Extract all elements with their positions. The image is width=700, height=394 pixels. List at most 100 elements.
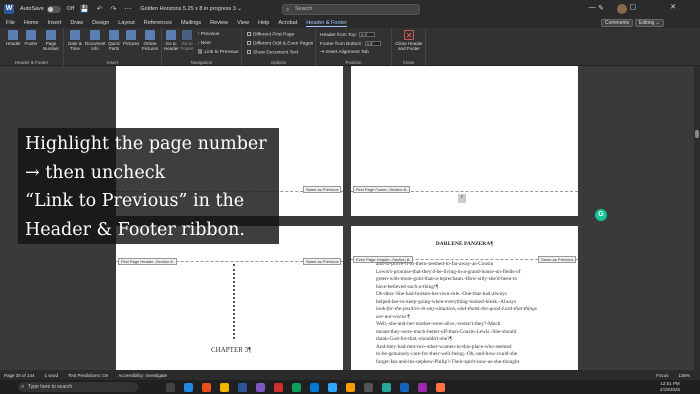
task-view-icon[interactable]	[166, 382, 175, 392]
search-box[interactable]: ⌕ Search	[282, 4, 420, 15]
window-controls[interactable]: — ▢ ✕	[589, 3, 692, 11]
group-navigation: Go to Header Go to Footer ↑ Previous ↓ N…	[162, 28, 242, 66]
tab-header-footer[interactable]: Header & Footer	[306, 20, 347, 27]
page-bottom-right[interactable]: DARLENE PANZERA¶ Even Page Header -Secti…	[351, 226, 578, 370]
autosave-toggle[interactable]	[46, 5, 61, 13]
insert-alignment-tab-button[interactable]: ⇥ Insert Alignment Tab	[320, 50, 369, 55]
app-icon[interactable]	[382, 382, 391, 392]
ribbon: Header Footer Page Number Header & Foote…	[0, 28, 700, 66]
go-to-footer-button[interactable]: Go to Footer	[180, 30, 194, 51]
body-line: helped-her-to-keep-going-when-everything…	[376, 298, 517, 305]
body-line: to-be-genuinely-care-for-their-well-bein…	[376, 351, 518, 357]
go-to-header-button[interactable]: Go to Header	[164, 30, 179, 51]
calendar-icon	[70, 30, 80, 40]
document-info-button[interactable]: Document Info	[85, 30, 106, 51]
quick-access-toolbar[interactable]: 💾 ↶ ↷ ⋯	[80, 5, 134, 13]
page-count[interactable]: Page 30 of 144	[4, 373, 35, 378]
body-text[interactable]: and-to-prove-it-to-them-seemed-to-far-aw…	[376, 261, 548, 366]
search-placeholder: Search	[295, 6, 313, 12]
grammarly-icon[interactable]: G	[595, 209, 607, 221]
page-number-field[interactable]: ¶	[458, 194, 466, 203]
app-icon[interactable]	[202, 382, 211, 392]
file-explorer-icon[interactable]	[220, 382, 229, 392]
tab-file[interactable]: File	[6, 20, 15, 26]
body-line: have-believed-such-a-thing!¶	[376, 283, 439, 290]
photoshop-icon[interactable]	[328, 382, 337, 392]
tab-help[interactable]: Help	[258, 20, 269, 26]
go-to-header-icon	[166, 30, 176, 40]
different-odd-even-checkbox[interactable]: Different Odd & Even Pages	[247, 41, 313, 46]
header-from-top: Header from Top: 0.4"	[320, 32, 375, 38]
system-clock[interactable]: 12:51 PM 2/19/2025	[660, 381, 680, 392]
first-page-header-tag: First Page Header -Section 8-	[118, 258, 177, 265]
premiere-icon[interactable]	[418, 382, 427, 392]
word-taskbar-icon[interactable]	[238, 382, 247, 392]
footer-from-bottom-input[interactable]: 0.5"	[364, 41, 381, 46]
text-predictions[interactable]: Text Predictions: On	[68, 373, 108, 378]
link-to-previous-button[interactable]: ⛓ Link to Previous	[197, 50, 239, 55]
word-app-icon: W	[4, 4, 14, 14]
close-header-footer-button[interactable]: ✕ Close Header and Footer	[394, 30, 424, 51]
acrobat-icon[interactable]	[274, 382, 283, 392]
zoom-level[interactable]: 136%	[678, 373, 690, 378]
checkbox-icon	[247, 50, 251, 54]
group-label-insert: Insert	[106, 60, 119, 65]
header-icon	[8, 30, 18, 40]
date-time-button[interactable]: Date & Time	[67, 30, 83, 51]
previous-button[interactable]: ↑ Previous	[197, 32, 219, 37]
tab-design[interactable]: Design	[92, 20, 109, 26]
illustrator-icon[interactable]	[346, 382, 355, 392]
app-icon[interactable]	[400, 382, 409, 392]
tab-references[interactable]: References	[144, 20, 172, 26]
app-icon[interactable]	[364, 382, 373, 392]
body-line: Lewis's-promise-that-they'd-be-living-in…	[376, 268, 521, 275]
page-number-button[interactable]: Page Number	[42, 30, 60, 51]
instruction-overlay: Highlight the page number → then uncheck…	[18, 128, 279, 244]
footer-from-bottom: Footer from Bottom: 0.5"	[320, 41, 381, 47]
app-icon[interactable]	[256, 382, 265, 392]
tab-draw[interactable]: Draw	[70, 20, 83, 26]
comments-button[interactable]: Comments	[601, 19, 634, 27]
body-line: are-not-worse.¶	[376, 313, 410, 320]
chrome-icon[interactable]	[292, 382, 301, 392]
app-icon[interactable]	[436, 382, 445, 392]
footer-button[interactable]: Footer	[24, 30, 38, 46]
edge-icon[interactable]	[184, 382, 193, 392]
overlay-line: Highlight the page number	[25, 134, 267, 154]
taskbar-search[interactable]: Type here to search	[18, 382, 138, 392]
page-bottom-left[interactable]: First Page Header -Section 8- Same as Pr…	[116, 226, 343, 370]
tab-home[interactable]: Home	[24, 20, 39, 26]
accessibility-status[interactable]: Accessibility: Investigate	[118, 373, 167, 378]
outlook-icon[interactable]	[310, 382, 319, 392]
autosave-label: AutoSave	[20, 6, 44, 12]
tab-review[interactable]: Review	[210, 20, 228, 26]
scrollbar-thumb[interactable]	[695, 130, 699, 138]
overlay-line: → then uncheck	[25, 162, 166, 183]
pictures-button[interactable]: Pictures	[123, 30, 139, 46]
page-top-right[interactable]: First Page Footer -Section 8- ¶	[351, 66, 578, 216]
header-from-top-input[interactable]: 0.4"	[358, 32, 375, 37]
document-title[interactable]: Golden Horizons 5.25 x 8 in progress 3 ⌄	[140, 6, 242, 12]
tab-mailings[interactable]: Mailings	[181, 20, 201, 26]
show-document-text-checkbox[interactable]: Show Document Text	[247, 50, 298, 55]
tab-layout[interactable]: Layout	[118, 20, 135, 26]
tab-insert[interactable]: Insert	[48, 20, 62, 26]
tab-view[interactable]: View	[237, 20, 249, 26]
menu-bar: File Home Insert Draw Design Layout Refe…	[0, 18, 700, 28]
close-icon: ✕	[404, 30, 414, 40]
word-count[interactable]: 1 word	[45, 373, 59, 378]
next-button[interactable]: ↓ Next	[197, 41, 211, 46]
focus-button[interactable]: Focus	[656, 373, 668, 378]
different-first-page-checkbox[interactable]: Different First Page	[247, 32, 294, 37]
checkbox-icon	[247, 41, 251, 45]
header-button[interactable]: Header	[6, 30, 21, 46]
quick-parts-icon	[109, 30, 119, 40]
quick-parts-button[interactable]: Quick Parts	[107, 30, 121, 51]
body-line: green-with-more-gold-than-a-leprechaun.-…	[376, 276, 518, 282]
tab-acrobat[interactable]: Acrobat	[278, 20, 297, 26]
vertical-scrollbar[interactable]	[694, 66, 700, 370]
editing-button[interactable]: Editing ⌄	[635, 19, 664, 27]
online-pictures-button[interactable]: Online Pictures	[141, 30, 159, 51]
document-info-icon	[90, 30, 100, 40]
body-line: forget-Ian-and-his-nephew-Philip?-Their-…	[376, 358, 520, 365]
